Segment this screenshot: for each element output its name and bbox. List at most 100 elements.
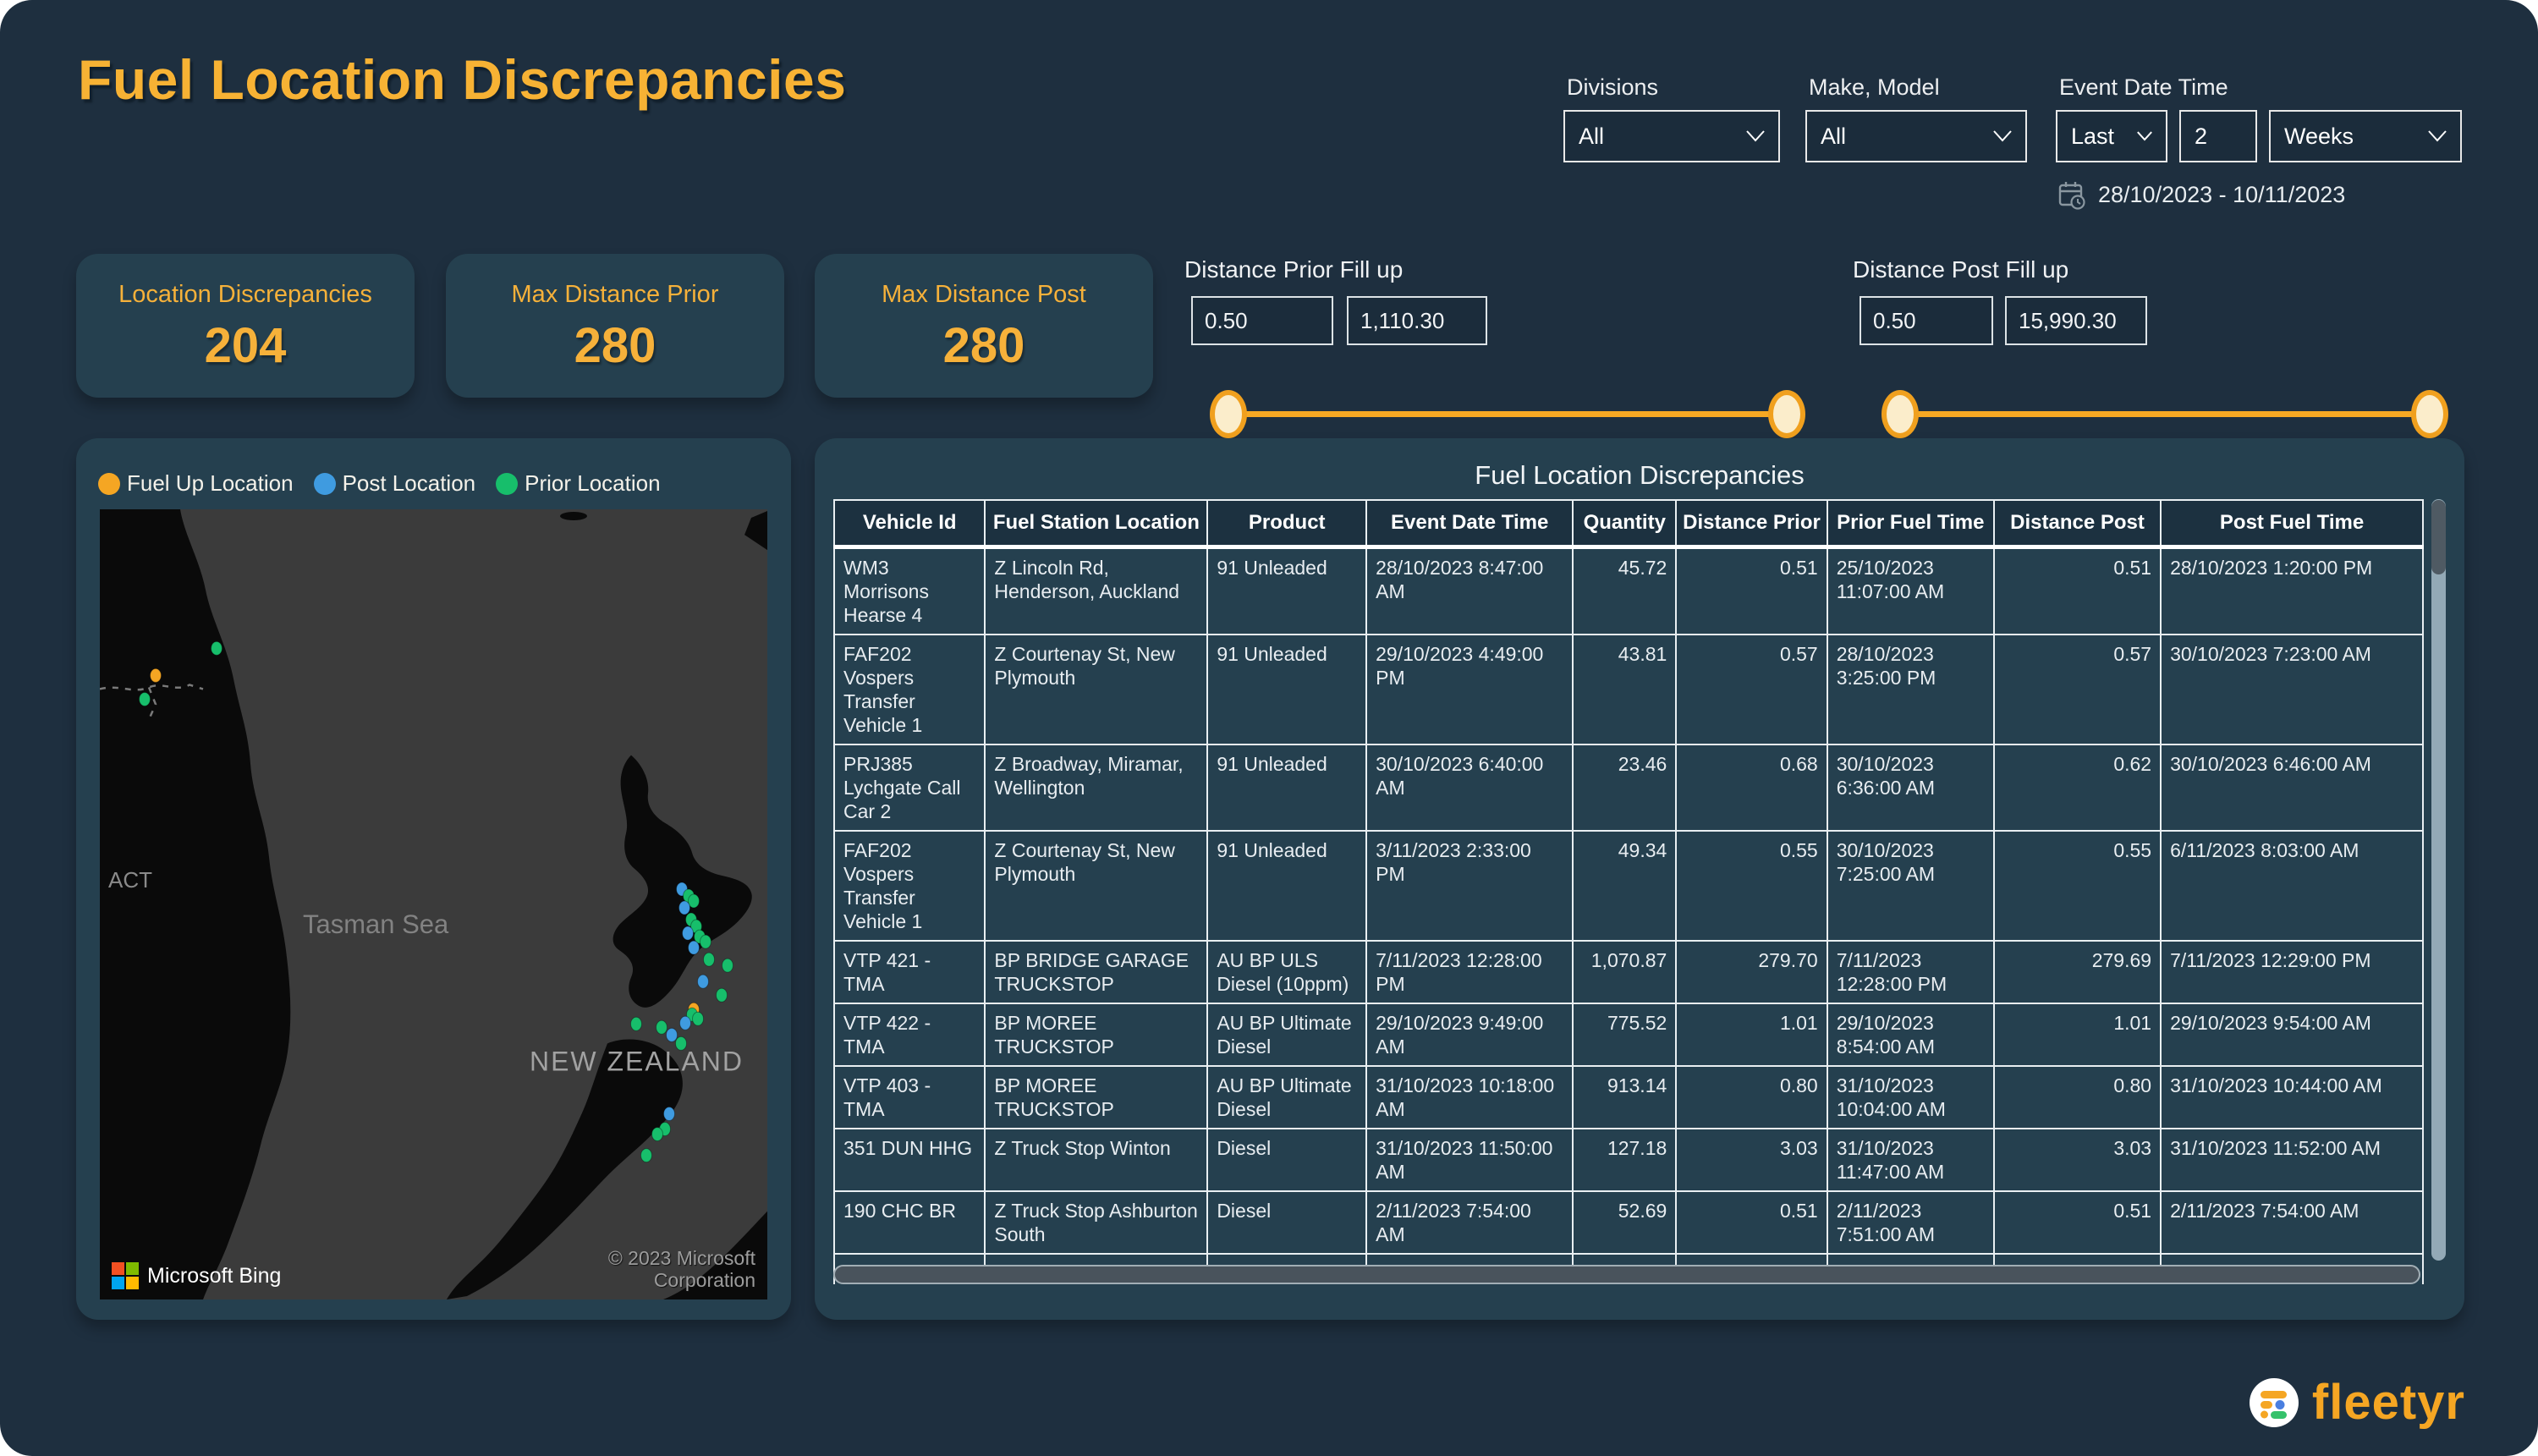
table-cell: 351 DUN HHG xyxy=(834,1129,985,1191)
bing-attribution: Microsoft Bing xyxy=(112,1262,281,1289)
map-point-prior xyxy=(212,641,222,655)
map-point-prior xyxy=(140,692,151,706)
table-cell: 52.69 xyxy=(1573,1191,1676,1254)
calendar-clock-icon xyxy=(2057,179,2086,210)
column-header[interactable]: Prior Fuel Time xyxy=(1827,500,1994,547)
distance-post-slider-handle-max[interactable] xyxy=(2411,390,2448,438)
table-cell: 31/10/2023 10:18:00 AM xyxy=(1366,1066,1573,1129)
table-cell: VTP 403 - TMA xyxy=(834,1066,985,1129)
kpi-value: 280 xyxy=(815,317,1153,374)
table-title: Fuel Location Discrepancies xyxy=(815,438,2464,491)
legend-item[interactable]: Post Location xyxy=(314,470,476,497)
distance-prior-min-input[interactable] xyxy=(1191,296,1333,345)
table-cell: 31/10/2023 10:44:00 AM xyxy=(2161,1066,2423,1129)
chevron-down-icon xyxy=(2137,131,2152,141)
brand: fleetyr xyxy=(2248,1374,2465,1431)
map-point-prior xyxy=(631,1017,642,1030)
table-cell: 3.03 xyxy=(1676,1129,1827,1191)
distance-post-slider-handle-min[interactable] xyxy=(1882,390,1919,438)
divisions-label: Divisions xyxy=(1567,74,1658,101)
table-row[interactable]: 190 CHC BRZ Truck Stop Ashburton SouthDi… xyxy=(834,1191,2423,1254)
table-row[interactable]: VTP 421 - TMABP BRIDGE GARAGE TRUCKSTOPA… xyxy=(834,941,2423,1003)
distance-prior-slider-handle-max[interactable] xyxy=(1768,390,1805,438)
distance-prior-slider-track[interactable] xyxy=(1228,411,1787,417)
dashboard: Fuel Location Discrepancies Divisions Al… xyxy=(0,0,2538,1456)
horizontal-scrollbar[interactable] xyxy=(833,1265,2420,1284)
microsoft-logo-icon xyxy=(112,1262,139,1289)
distance-prior-slider-label: Distance Prior Fill up xyxy=(1184,256,1403,283)
table-cell: BP MOREE TRUCKSTOP xyxy=(985,1066,1207,1129)
table-row[interactable]: FAF202 Vospers Transfer Vehicle 1Z Court… xyxy=(834,635,2423,744)
table-cell: 31/10/2023 11:50:00 AM xyxy=(1366,1129,1573,1191)
distance-prior-slider-handle-min[interactable] xyxy=(1210,390,1247,438)
column-header[interactable]: Distance Post xyxy=(1994,500,2161,547)
table-cell: 3/11/2023 2:33:00 PM xyxy=(1366,831,1573,941)
table-cell: 31/10/2023 11:52:00 AM xyxy=(2161,1129,2423,1191)
map-point-post xyxy=(689,941,700,954)
legend-item[interactable]: Prior Location xyxy=(496,470,660,497)
vertical-scrollbar-thumb[interactable] xyxy=(2431,500,2446,574)
column-header[interactable]: Post Fuel Time xyxy=(2161,500,2423,547)
map-legend: Fuel Up Location Post Location Prior Locat… xyxy=(98,470,661,497)
relative-date-number-input[interactable] xyxy=(2179,110,2257,162)
table-cell: Diesel xyxy=(1207,1129,1366,1191)
map-point-post xyxy=(698,975,709,988)
table-cell: BP BRIDGE GARAGE TRUCKSTOP xyxy=(985,941,1207,1003)
table-cell: 31/10/2023 10:04:00 AM xyxy=(1827,1066,1994,1129)
table-cell: Z Lincoln Rd, Henderson, Auckland xyxy=(985,547,1207,635)
column-header[interactable]: Quantity xyxy=(1573,500,1676,547)
column-header[interactable]: Product xyxy=(1207,500,1366,547)
map[interactable]: ACT Tasman Sea NEW ZEALAND Microsoft Bin… xyxy=(100,509,767,1299)
distance-prior-max-input[interactable] xyxy=(1347,296,1487,345)
table-row[interactable]: VTP 403 - TMABP MOREE TRUCKSTOPAU BP Ult… xyxy=(834,1066,2423,1129)
chevron-down-icon xyxy=(1746,130,1765,142)
table-cell: 1.01 xyxy=(1994,1003,2161,1066)
make-model-label: Make, Model xyxy=(1809,74,1940,101)
discrepancies-table: Vehicle IdFuel Station LocationProductEv… xyxy=(833,499,2424,1284)
table-cell: PRJ385 Lychgate Call Car 2 xyxy=(834,744,985,831)
distance-post-min-input[interactable] xyxy=(1860,296,1993,345)
date-range-value: 28/10/2023 - 10/11/2023 xyxy=(2098,182,2345,208)
table-cell: 30/10/2023 7:23:00 AM xyxy=(2161,635,2423,744)
distance-post-max-input[interactable] xyxy=(2005,296,2147,345)
column-header[interactable]: Distance Prior xyxy=(1676,500,1827,547)
table-cell: 43.81 xyxy=(1573,635,1676,744)
map-point-prior xyxy=(641,1149,652,1162)
table-row[interactable]: 351 DUN HHGZ Truck Stop WintonDiesel31/1… xyxy=(834,1129,2423,1191)
table-row[interactable]: FAF202 Vospers Transfer Vehicle 1Z Court… xyxy=(834,831,2423,941)
table-cell: Z Courtenay St, New Plymouth xyxy=(985,635,1207,744)
event-date-time-label: Event Date Time xyxy=(2059,74,2228,101)
legend-item[interactable]: Fuel Up Location xyxy=(98,470,294,497)
column-header[interactable]: Vehicle Id xyxy=(834,500,985,547)
map-point-prior xyxy=(722,959,733,972)
table-cell: 6/11/2023 8:03:00 AM xyxy=(2161,831,2423,941)
table-cell: 1.01 xyxy=(1676,1003,1827,1066)
divisions-value: All xyxy=(1579,124,1604,150)
table-cell: 91 Unleaded xyxy=(1207,635,1366,744)
table-cell: 0.51 xyxy=(1676,547,1827,635)
map-point-prior xyxy=(693,1012,704,1025)
distance-post-slider-track[interactable] xyxy=(1900,411,2430,417)
legend-dot-icon xyxy=(314,473,336,495)
table-cell: 0.55 xyxy=(1676,831,1827,941)
table-row[interactable]: WM3 Morrisons Hearse 4Z Lincoln Rd, Hend… xyxy=(834,547,2423,635)
fleetyr-logo-icon xyxy=(2248,1376,2300,1429)
kpi-label: Location Discrepancies xyxy=(76,281,415,309)
column-header[interactable]: Event Date Time xyxy=(1366,500,1573,547)
map-copyright: © 2023 Microsoft Corporation xyxy=(536,1247,755,1291)
divisions-dropdown[interactable]: All xyxy=(1563,110,1780,162)
map-point-post xyxy=(683,926,694,940)
map-point-post xyxy=(680,1016,691,1030)
table-cell: 0.55 xyxy=(1994,831,2161,941)
table-cell: Z Truck Stop Ashburton South xyxy=(985,1191,1207,1254)
vertical-scrollbar[interactable] xyxy=(2431,499,2446,1261)
relative-date-dropdown[interactable]: Last xyxy=(2056,110,2167,162)
column-header[interactable]: Fuel Station Location xyxy=(985,500,1207,547)
table-cell: 127.18 xyxy=(1573,1129,1676,1191)
relative-date-unit-dropdown[interactable]: Weeks xyxy=(2269,110,2462,162)
table-row[interactable]: PRJ385 Lychgate Call Car 2Z Broadway, Mi… xyxy=(834,744,2423,831)
make-model-dropdown[interactable]: All xyxy=(1805,110,2027,162)
table-cell: 30/10/2023 7:25:00 AM xyxy=(1827,831,1994,941)
kpi-max-distance-post: Max Distance Post 280 xyxy=(815,254,1153,398)
table-row[interactable]: VTP 422 - TMABP MOREE TRUCKSTOPAU BP Ult… xyxy=(834,1003,2423,1066)
